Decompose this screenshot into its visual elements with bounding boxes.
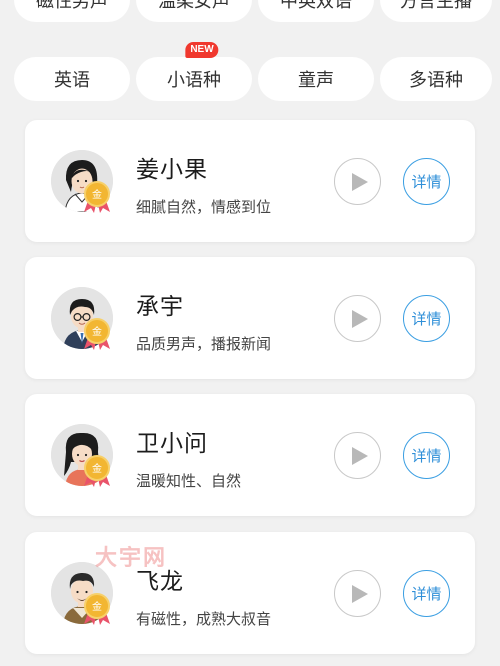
- chip-magnetic-male[interactable]: 磁性男声: [14, 0, 130, 22]
- chip-multilingual[interactable]: 多语种: [380, 57, 492, 101]
- chip-label: 方言主播: [400, 0, 472, 12]
- new-badge: NEW: [185, 42, 219, 58]
- medal-label: 金: [92, 462, 102, 475]
- chip-english[interactable]: 英语: [14, 57, 130, 101]
- voice-card[interactable]: 金 承宇 品质男声，播报新闻 详情: [25, 257, 475, 379]
- chip-label: 温柔女声: [158, 0, 230, 12]
- chip-child-voice[interactable]: 童声: [258, 57, 374, 101]
- chip-label: 小语种: [167, 70, 221, 91]
- watermark: 大宇网: [95, 546, 168, 571]
- gold-medal-icon: 金: [81, 180, 113, 214]
- play-icon: [351, 172, 368, 191]
- play-button[interactable]: [334, 158, 381, 205]
- voice-name: 承宇: [136, 294, 184, 320]
- detail-button[interactable]: 详情: [403, 570, 450, 617]
- voice-name: 卫小问: [136, 431, 208, 457]
- chip-gentle-female[interactable]: 温柔女声: [136, 0, 252, 22]
- voice-card[interactable]: 金 卫小问 温暖知性、自然 详情: [25, 394, 475, 516]
- voice-category-row-1: 磁性男声 温柔女声 中英双语 方言主播: [14, 0, 492, 22]
- chip-label: 中英双语: [280, 0, 352, 12]
- gold-medal-icon: 金: [81, 454, 113, 488]
- voice-list-page: 磁性男声 温柔女声 中英双语 方言主播 英语 NEW 小语种 童声 多语种 金 …: [0, 0, 500, 666]
- chip-label: 磁性男声: [36, 0, 108, 12]
- play-icon: [351, 446, 368, 465]
- avatar-wrap: 金: [51, 287, 113, 351]
- medal-label: 金: [92, 325, 102, 338]
- play-icon: [351, 309, 368, 328]
- avatar-wrap: 金: [51, 150, 113, 214]
- voice-description: 品质男声，播报新闻: [136, 335, 272, 353]
- detail-button[interactable]: 详情: [403, 158, 450, 205]
- play-button[interactable]: [334, 570, 381, 617]
- voice-category-row-2: 英语 NEW 小语种 童声 多语种: [14, 42, 492, 101]
- voice-card[interactable]: 金 姜小果 细腻自然，情感到位 详情: [25, 120, 475, 242]
- voice-card[interactable]: 金 飞龙 有磁性，成熟大叔音 详情: [25, 532, 475, 654]
- voice-description: 有磁性，成熟大叔音: [136, 610, 272, 628]
- chip-label: 童声: [298, 70, 334, 91]
- gold-medal-icon: 金: [81, 592, 113, 626]
- chip-label: 英语: [54, 70, 90, 91]
- gold-medal-icon: 金: [81, 317, 113, 351]
- avatar-wrap: 金: [51, 424, 113, 488]
- voice-name: 姜小果: [136, 157, 208, 183]
- chip-dialect[interactable]: 方言主播: [380, 0, 492, 22]
- play-icon: [351, 584, 368, 603]
- chip-minor-languages[interactable]: NEW 小语种: [136, 42, 252, 101]
- play-button[interactable]: [334, 295, 381, 342]
- detail-button[interactable]: 详情: [403, 295, 450, 342]
- detail-button[interactable]: 详情: [403, 432, 450, 479]
- medal-label: 金: [92, 188, 102, 201]
- voice-description: 细腻自然，情感到位: [136, 198, 272, 216]
- chip-bilingual[interactable]: 中英双语: [258, 0, 374, 22]
- play-button[interactable]: [334, 432, 381, 479]
- medal-label: 金: [92, 600, 102, 613]
- voice-description: 温暖知性、自然: [136, 472, 242, 490]
- chip-label: 多语种: [409, 70, 463, 91]
